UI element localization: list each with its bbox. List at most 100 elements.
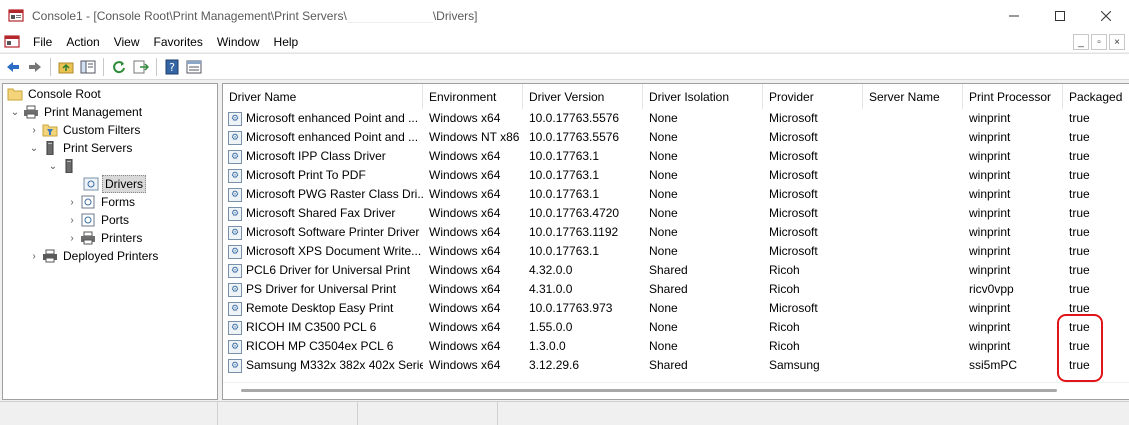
export-list-button[interactable] [130,56,152,78]
expand-chevron-icon[interactable]: › [28,125,40,136]
cell-provider: Samsung [769,358,820,372]
minimize-button[interactable] [991,0,1037,32]
table-row[interactable]: ⚙ RICOH IM C3500 PCL 6 Windows x64 1.55.0.0… [223,318,1129,337]
properties-button[interactable] [183,56,205,78]
window-title-suffix: \Drivers] [432,8,478,23]
table-row[interactable]: ⚙ PCL6 Driver for Universal Print Windows … [223,261,1129,280]
cell-environment: Windows x64 [429,282,501,296]
expand-chevron-icon[interactable]: › [28,251,40,262]
horizontal-scrollbar[interactable] [223,382,1129,399]
mdi-minimize-button[interactable]: _ [1073,34,1089,50]
mdi-close-button[interactable]: × [1109,34,1125,50]
menu-file[interactable]: File [26,32,59,52]
driver-icon [83,176,99,192]
column-header-driver-name[interactable]: Driver Name [223,84,423,109]
menu-help[interactable]: Help [267,32,306,52]
expand-chevron-icon[interactable]: › [66,233,78,244]
tree-item-ports[interactable]: › Ports [66,211,131,229]
cell-driver-name: ⚙ Microsoft XPS Document Write... [223,242,423,261]
cell-server-name [863,147,963,166]
table-row[interactable]: ⚙ Microsoft enhanced Point and ... Windows… [223,109,1129,128]
column-header-environment[interactable]: Environment [423,84,523,109]
table-row[interactable]: ⚙ RICOH MP C3504ex PCL 6 Windows x64 1.3.0.… [223,337,1129,356]
table-row[interactable]: ⚙ Microsoft Print To PDF Windows x64 10.0.1… [223,166,1129,185]
tree-item-print-servers[interactable]: ⌄ Print Servers [28,139,134,157]
cell-driver-name: ⚙ RICOH MP C3504ex PCL 6 [223,337,423,356]
table-row[interactable]: ⚙ Microsoft Shared Fax Driver Windows x64 1… [223,204,1129,223]
menu-favorites[interactable]: Favorites [147,32,210,52]
cell-environment: Windows x64 [429,149,501,163]
cell-environment: Windows x64 [429,301,501,315]
toolbar-separator [156,57,157,76]
cell-driver-name: ⚙ RICOH IM C3500 PCL 6 [223,318,423,337]
cell-driver-name: ⚙ Microsoft Print To PDF [223,166,423,185]
column-header-provider[interactable]: Provider [763,84,863,109]
cell-provider: Microsoft [769,187,818,201]
expand-chevron-icon[interactable]: › [66,197,78,208]
up-one-level-button[interactable] [55,56,77,78]
table-row[interactable]: ⚙ Remote Desktop Easy Print Windows x64 10.… [223,299,1129,318]
menu-view[interactable]: View [107,32,147,52]
column-header-print-processor[interactable]: Print Processor [963,84,1063,109]
cell-driver-version: 10.0.17763.1 [529,149,600,163]
cell-driver-version: 10.0.17763.1 [529,244,600,258]
column-header-server-name[interactable]: Server Name [863,84,963,109]
tree-item-deployed-printers[interactable]: › Deployed Printers [28,247,160,265]
tree-item-server-redacted[interactable]: ⌄ [47,157,80,175]
status-segment [358,402,498,425]
driver-icon: ⚙ [228,320,242,335]
cell-provider: Ricoh [769,339,800,353]
cell-environment: Windows x64 [429,358,501,372]
cell-driver-name: ⚙ Microsoft enhanced Point and ... [223,109,423,128]
filter-folder-icon [42,122,58,138]
help-button[interactable]: ? [161,56,183,78]
scrollbar-thumb[interactable] [241,389,1057,392]
cell-driver-name: ⚙ PS Driver for Universal Print [223,280,423,299]
tree-item-drivers[interactable]: Drivers [81,175,146,193]
cell-server-name [863,280,963,299]
table-row[interactable]: ⚙ Microsoft Software Printer Driver Window… [223,223,1129,242]
table-row[interactable]: ⚙ Microsoft IPP Class Driver Windows x64 10… [223,147,1129,166]
cell-print-processor: ssi5mPC [969,358,1018,372]
cell-print-processor: winprint [969,301,1011,315]
cell-driver-isolation: None [649,339,678,353]
table-row[interactable]: ⚙ Microsoft enhanced Point and ... Windows… [223,128,1129,147]
mmc-app-icon[interactable] [8,8,24,24]
table-row[interactable]: ⚙ Microsoft PWG Raster Class Dri... Window… [223,185,1129,204]
console-menu-icon[interactable] [4,34,20,50]
collapse-chevron-icon[interactable]: ⌄ [28,143,40,154]
collapse-chevron-icon[interactable]: ⌄ [9,107,21,118]
table-row[interactable]: ⚙ Microsoft XPS Document Write... Windows … [223,242,1129,261]
column-header-driver-version[interactable]: Driver Version [523,84,643,109]
column-header-driver-isolation[interactable]: Driver Isolation [643,84,763,109]
table-row[interactable]: ⚙ PS Driver for Universal Print Windows x6… [223,280,1129,299]
tree-item-custom-filters[interactable]: › Custom Filters [28,121,142,139]
refresh-button[interactable] [108,56,130,78]
menu-action[interactable]: Action [59,32,106,52]
close-button[interactable] [1083,0,1129,32]
maximize-button[interactable] [1037,0,1083,32]
cell-environment: Windows x64 [429,168,501,182]
back-button[interactable] [2,56,24,78]
mdi-restore-button[interactable]: ▫ [1091,34,1107,50]
tree-item-console-root[interactable]: Console Root [5,85,103,103]
show-hide-console-tree-button[interactable] [77,56,99,78]
cell-driver-name: ⚙ Remote Desktop Easy Print [223,299,423,318]
column-header-packaged[interactable]: Packaged [1063,84,1129,109]
forward-button[interactable] [24,56,46,78]
printer-icon [80,230,96,246]
tree-item-printers[interactable]: › Printers [66,229,144,247]
cell-driver-isolation: None [649,320,678,334]
expand-chevron-icon[interactable]: › [66,215,78,226]
status-segment [218,402,358,425]
cell-driver-isolation: None [649,187,678,201]
cell-driver-isolation: None [649,168,678,182]
driver-name-text: Microsoft Print To PDF [246,168,366,182]
tree-item-forms[interactable]: › Forms [66,193,137,211]
menu-window[interactable]: Window [210,32,267,52]
cell-server-name [863,128,963,147]
collapse-chevron-icon[interactable]: ⌄ [47,161,59,172]
table-row[interactable]: ⚙ Samsung M332x 382x 402x Series Windows x… [223,356,1129,375]
export-list-icon [133,60,149,73]
tree-item-print-management[interactable]: ⌄ Print Management [9,103,144,121]
